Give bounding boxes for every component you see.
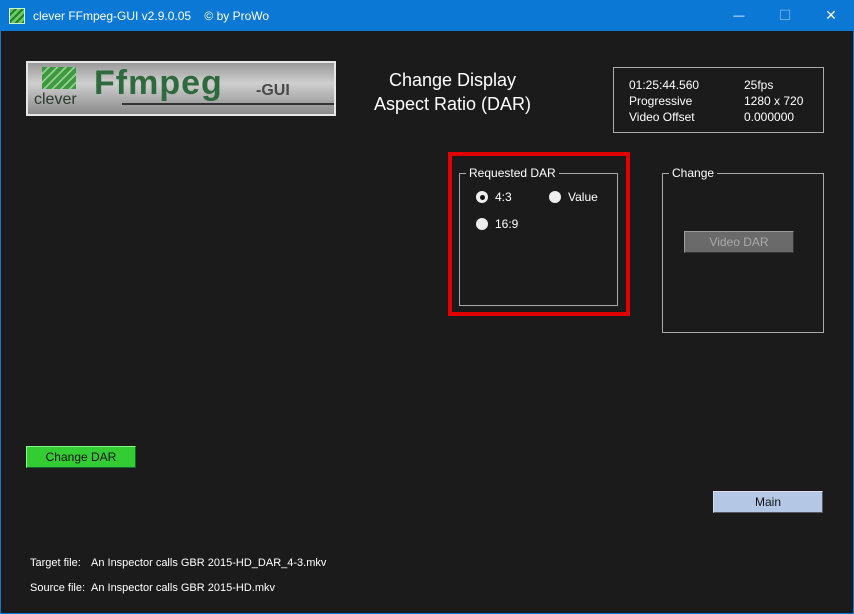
- radio-value[interactable]: Value: [549, 190, 598, 204]
- minimize-button[interactable]: —: [716, 0, 762, 31]
- page-title-line1: Change Display: [388, 70, 517, 90]
- media-info-panel: 01:25:44.560 25fps Progressive 1280 x 72…: [613, 67, 824, 133]
- radio-16-9[interactable]: 16:9: [476, 217, 518, 231]
- radio-label: 16:9: [495, 217, 519, 231]
- radio-label: Value: [568, 190, 598, 204]
- window-title: clever FFmpeg-GUI v2.9.0.05 © by ProWo: [33, 8, 270, 23]
- logo-text-clever: clever: [34, 91, 77, 108]
- target-file-row: Target file: An Inspector calls GBR 2015…: [30, 557, 326, 569]
- radio-label: 4:3: [495, 190, 512, 204]
- app-icon: [9, 7, 25, 24]
- source-file-row: Source file: An Inspector calls GBR 2015…: [30, 582, 275, 594]
- fps: 25fps: [744, 78, 774, 92]
- radio-checked-icon: [476, 191, 488, 203]
- close-button[interactable]: ✕: [808, 0, 854, 31]
- duration: 01:25:44.560: [629, 78, 700, 92]
- requested-dar-group: Requested DAR 4:3 Value 16:9: [459, 166, 618, 306]
- change-group: Change Video DAR: [662, 166, 824, 333]
- app-logo: clever Ffmpeg -GUI: [26, 61, 336, 116]
- scan-type: Progressive: [629, 94, 693, 108]
- target-file-label: Target file:: [30, 557, 81, 569]
- page-title: Change Display Aspect Ratio (DAR): [360, 68, 545, 116]
- radio-unchecked-icon: [549, 191, 561, 203]
- title-bar: clever FFmpeg-GUI v2.9.0.05 © by ProWo —…: [0, 0, 854, 31]
- radio-unchecked-icon: [476, 218, 488, 230]
- change-legend: Change: [669, 166, 718, 180]
- source-file-value: An Inspector calls GBR 2015-HD.mkv: [91, 582, 276, 594]
- page-title-line2: Aspect Ratio (DAR): [373, 94, 532, 114]
- change-dar-button[interactable]: Change DAR: [26, 446, 136, 468]
- video-offset-label: Video Offset: [629, 110, 695, 124]
- logo-mark-icon: [42, 67, 76, 89]
- video-dar-button[interactable]: Video DAR: [684, 231, 794, 253]
- logo-text-ffmpeg: Ffmpeg: [94, 64, 223, 102]
- target-file-value: An Inspector calls GBR 2015-HD_DAR_4-3.m…: [91, 557, 327, 569]
- resolution: 1280 x 720: [744, 94, 804, 108]
- logo-text-gui: -GUI: [256, 82, 290, 99]
- video-offset-value: 0.000000: [744, 110, 795, 124]
- requested-dar-legend: Requested DAR: [466, 166, 559, 180]
- logo-underline: [122, 103, 334, 105]
- main-button[interactable]: Main: [713, 491, 823, 513]
- maximize-button[interactable]: ☐: [762, 0, 808, 31]
- source-file-label: Source file:: [30, 582, 86, 594]
- radio-4-3[interactable]: 4:3: [476, 190, 512, 204]
